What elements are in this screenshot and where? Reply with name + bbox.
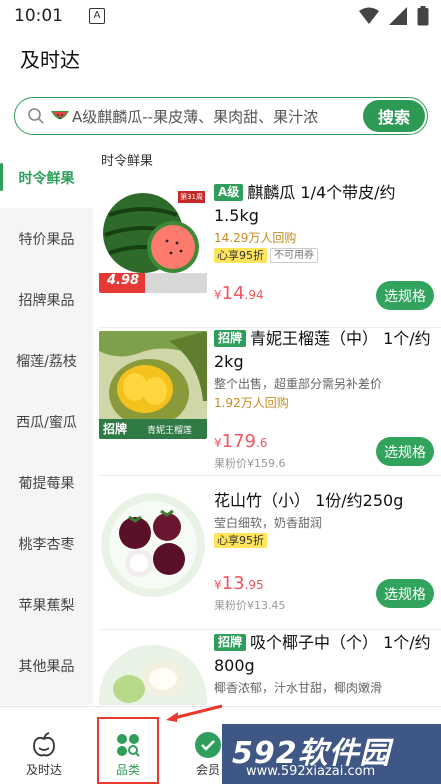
product-name: 招牌 青妮王榴莲（中） 1个/约2kg	[214, 327, 436, 373]
product-info: 花山竹（小） 1份/约250g 莹白细软，奶香甜润 心享95折	[214, 489, 436, 548]
price-int: 179	[221, 431, 256, 452]
nav-label: 及时达	[25, 763, 62, 777]
discount-tag: 心享95折	[214, 248, 267, 263]
product-name: A级 麒麟瓜 1/4个带皮/约1.5kg	[214, 181, 436, 227]
price: ¥14.94	[214, 283, 264, 304]
product-description: 椰香浓郁，汁水甘甜，椰肉嫩滑	[214, 681, 383, 695]
image-price-badge: 4.98	[107, 273, 140, 288]
sidebar-item-label: 其他果品	[18, 658, 75, 675]
sidebar-item-signature[interactable]: 招牌果品	[0, 269, 93, 330]
product-description: 莹白细软，奶香甜润	[214, 516, 323, 530]
image-caption: 青妮王榴莲	[147, 426, 193, 436]
sidebar-item-apple-banana-pear[interactable]: 苹果蕉梨	[0, 574, 93, 635]
sidebar-item-label: 桃李杏枣	[18, 536, 75, 553]
sidebar-item-other[interactable]: 其他果品	[0, 635, 93, 696]
sidebar-item-seasonal-fruit[interactable]: 时令鲜果	[0, 147, 93, 208]
tag-row: 心享95折 不可用券	[214, 248, 436, 263]
product-image-coconut	[99, 639, 207, 705]
product-name: 招牌 吸个椰子中（个） 1个/约800g	[214, 631, 436, 677]
image-signature-badge: 招牌	[103, 422, 128, 436]
select-spec-button[interactable]: 选规格	[376, 281, 434, 310]
page-title: 及时达	[20, 48, 80, 72]
price-dec: .94	[244, 288, 264, 302]
price-dec: .6	[256, 436, 268, 450]
discount-tag: 心享95折	[214, 533, 267, 548]
sidebar-item-label: 葡提莓果	[18, 475, 75, 492]
product-image-mangosteen	[99, 491, 207, 599]
product-card-durian[interactable]: 招牌 青妮王榴莲 招牌 青妮王榴莲（中） 1个/约2kg 整个出售，超重部分需另补…	[93, 327, 441, 479]
signature-tag: 招牌	[214, 330, 247, 347]
apple-icon	[33, 732, 55, 757]
price-int: 13	[221, 573, 245, 594]
select-spec-button[interactable]: 选规格	[376, 437, 434, 466]
status-bar: 10:01 A	[0, 0, 441, 32]
status-time: 10:01	[14, 6, 63, 26]
product-info: A级 麒麟瓜 1/4个带皮/约1.5kg 14.29万人回购 心享95折 不可用券	[214, 181, 436, 263]
product-list: 时令鲜果 4.98 第31周 A级 麒麟瓜 1/4个带皮/约1.5kg 14.29…	[93, 147, 441, 705]
search-button[interactable]: 搜索	[363, 100, 425, 132]
price: ¥13.95	[214, 573, 264, 594]
tag-row: 心享95折	[214, 533, 436, 548]
divider	[99, 475, 441, 476]
sidebar-item-durian-lychee[interactable]: 榴莲/荔枝	[0, 330, 93, 391]
signature-tag: 招牌	[214, 634, 247, 651]
image-week-badge: 第31周	[178, 191, 205, 203]
product-info: 招牌 吸个椰子中（个） 1个/约800g 椰香浓郁，汁水甘甜，椰肉嫩滑	[214, 631, 436, 696]
notification-a-icon: A	[89, 8, 105, 24]
nav-label: 会员	[195, 763, 220, 777]
member-icon	[195, 732, 221, 758]
search-icon	[28, 108, 44, 124]
product-card-mangosteen[interactable]: 花山竹（小） 1份/约250g 莹白细软，奶香甜润 心享95折 ¥13.95 果…	[93, 483, 441, 633]
active-indicator	[0, 163, 3, 191]
sidebar-item-label: 招牌果品	[18, 292, 75, 309]
product-card-coconut[interactable]: 招牌 吸个椰子中（个） 1个/约800g 椰香浓郁，汁水甘甜，椰肉嫩滑	[93, 631, 441, 705]
product-description: 整个出售，超重部分需另补差价	[214, 377, 383, 391]
battery-icon	[417, 6, 429, 26]
watermelon-icon	[51, 111, 69, 119]
sidebar-item-grapes-berries[interactable]: 葡提莓果	[0, 452, 93, 513]
grade-tag: A级	[214, 184, 244, 201]
product-image-watermelon: 4.98 第31周	[99, 185, 207, 293]
price-int: 14	[221, 283, 245, 304]
nav-item-home[interactable]: 及时达	[4, 707, 84, 784]
product-image-durian: 招牌 青妮王榴莲	[99, 331, 207, 439]
currency: ¥	[214, 436, 222, 450]
currency: ¥	[214, 578, 222, 592]
search-input[interactable]: A级麒麟瓜--果皮薄、果肉甜、果汁浓	[72, 106, 363, 127]
buyer-count: 14.29万人回购	[214, 231, 297, 245]
sidebar-item-label: 苹果蕉梨	[18, 597, 75, 614]
sidebar-item-stone-fruit[interactable]: 桃李杏枣	[0, 513, 93, 574]
sidebar-item-special-offer[interactable]: 特价果品	[0, 208, 93, 269]
watermark: 592软件园 www.592xiazai.com	[222, 724, 441, 784]
product-name: 花山竹（小） 1份/约250g	[214, 491, 404, 510]
sidebar-item-label: 特价果品	[18, 231, 75, 248]
coupon-note-tag: 不可用券	[270, 248, 318, 263]
product-info: 招牌 青妮王榴莲（中） 1个/约2kg 整个出售，超重部分需另补差价 1.92万人…	[214, 327, 436, 411]
wifi-icon	[359, 7, 379, 24]
section-title: 时令鲜果	[101, 154, 154, 169]
sidebar-item-label: 时令鲜果	[18, 170, 75, 187]
currency: ¥	[214, 288, 222, 302]
buyer-count: 1.92万人回购	[214, 396, 289, 410]
fan-price: 果粉价¥13.45	[214, 599, 286, 612]
product-name-text: 吸个椰子中（个） 1个/约800g	[214, 633, 431, 675]
fan-price: 果粉价¥159.6	[214, 457, 286, 470]
sidebar-item-label: 榴莲/荔枝	[16, 353, 77, 370]
arrow-icon	[166, 704, 223, 722]
select-spec-button[interactable]: 选规格	[376, 579, 434, 608]
price: ¥179.6	[214, 431, 267, 452]
watermark-url: www.592xiazai.com	[246, 764, 376, 779]
status-icons	[359, 6, 429, 26]
highlight-box	[97, 717, 159, 784]
search-bar[interactable]: A级麒麟瓜--果皮薄、果肉甜、果汁浓 搜索	[14, 97, 428, 135]
price-dec: .95	[244, 578, 264, 592]
cellular-signal-icon	[389, 7, 407, 25]
product-name-text: 青妮王榴莲（中） 1个/约2kg	[214, 329, 431, 371]
category-sidebar: 时令鲜果 特价果品 招牌果品 榴莲/荔枝 西瓜/蜜瓜 葡提莓果 桃李杏枣 苹果蕉…	[0, 147, 93, 705]
product-card-watermelon[interactable]: 4.98 第31周 A级 麒麟瓜 1/4个带皮/约1.5kg 14.29万人回购 …	[93, 179, 441, 335]
sidebar-item-melon[interactable]: 西瓜/蜜瓜	[0, 391, 93, 452]
divider	[99, 629, 441, 630]
sidebar-item-label: 西瓜/蜜瓜	[16, 414, 77, 431]
